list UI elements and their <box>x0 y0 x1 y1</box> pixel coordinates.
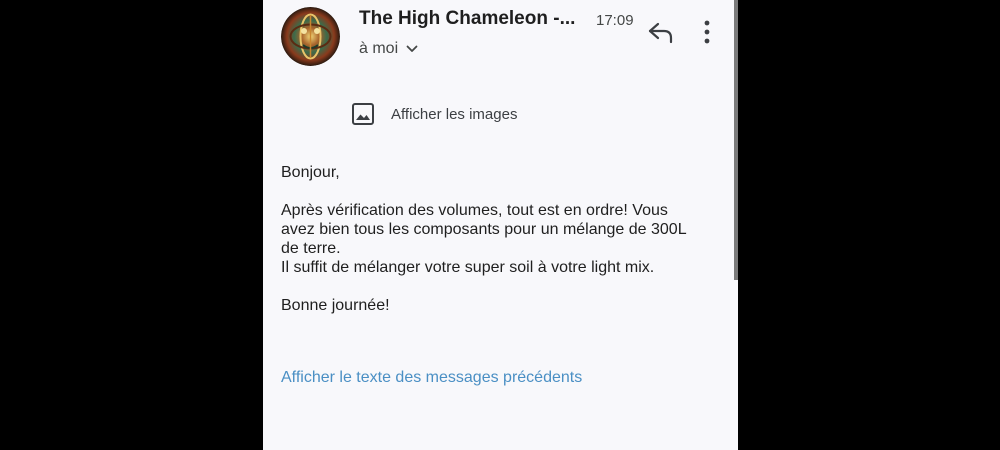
body-line: Il suffit de mélanger votre super soil à… <box>281 259 655 276</box>
reply-icon[interactable] <box>647 18 675 46</box>
avatar-image <box>281 7 340 66</box>
message-body: Bonjour, Après vérification des volumes,… <box>281 163 726 315</box>
sender-avatar[interactable] <box>281 7 340 66</box>
greeting: Bonjour, <box>281 164 340 181</box>
image-icon <box>352 103 374 125</box>
recipient-toggle[interactable]: à moi <box>359 40 418 58</box>
chevron-down-icon <box>406 45 418 52</box>
closing: Bonne journée! <box>281 297 390 314</box>
email-view: The High Chameleon -... 17:09 à moi Affi… <box>263 0 738 450</box>
sender-name[interactable]: The High Chameleon -... <box>359 8 581 30</box>
scrollbar[interactable] <box>734 0 738 280</box>
body-line: avez bien tous les composants pour un mé… <box>281 221 687 238</box>
more-vert-icon[interactable] <box>703 18 711 46</box>
body-line: Après vérification des volumes, tout est… <box>281 202 668 219</box>
show-images-label: Afficher les images <box>391 105 518 123</box>
message-time: 17:09 <box>596 12 634 29</box>
body-line: de terre. <box>281 240 341 257</box>
show-images-button[interactable]: Afficher les images <box>350 101 517 127</box>
show-previous-messages-link[interactable]: Afficher le texte des messages précédent… <box>281 369 582 387</box>
recipient-label: à moi <box>359 40 399 57</box>
